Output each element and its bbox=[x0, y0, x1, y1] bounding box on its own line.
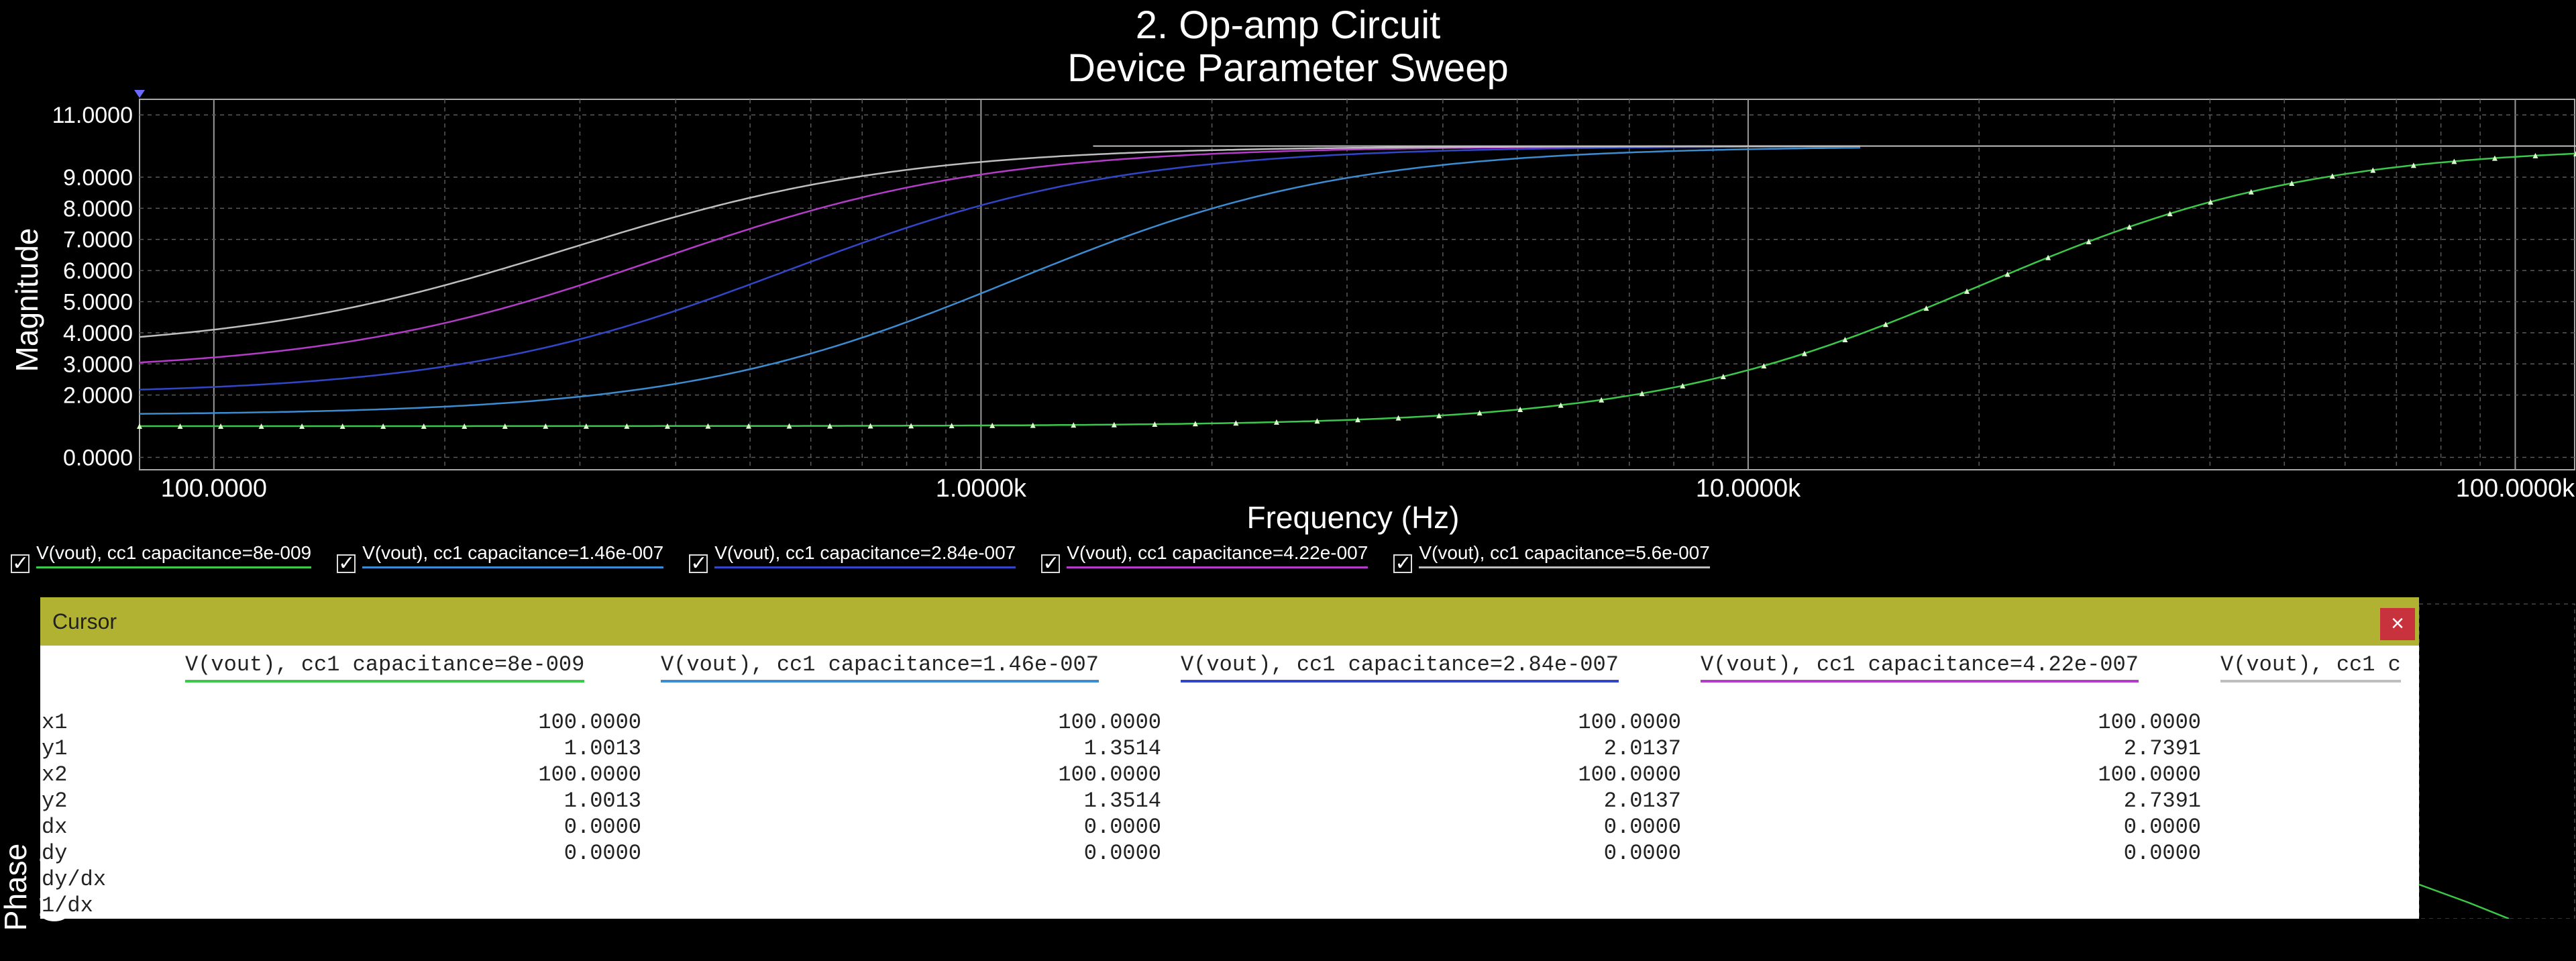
cursor-marker-icon bbox=[134, 90, 145, 98]
y-tick-label: 3.0000 bbox=[63, 352, 133, 377]
cursor-value: 2.0137 bbox=[1603, 789, 1681, 813]
cursor-value: 1.3514 bbox=[1083, 789, 1161, 813]
cursor-value: 0.0000 bbox=[1603, 815, 1681, 840]
column-header: V(vout), cc1 capacitance=2.84e-007 bbox=[1181, 652, 1619, 682]
legend-item-series-4[interactable]: ✓ V(vout), cc1 capacitance=4.22e-007 bbox=[1041, 542, 1368, 574]
close-button[interactable]: × bbox=[2380, 608, 2415, 640]
row-label-x2: x2 bbox=[42, 762, 68, 787]
y-axis-label-magnitude: Magnitude bbox=[9, 227, 44, 372]
plot-frame bbox=[139, 99, 2575, 470]
series-line bbox=[139, 145, 1860, 391]
cursor-value: 1.0013 bbox=[564, 789, 641, 813]
cursor-value: 2.7391 bbox=[2123, 789, 2201, 813]
cursor-value: 100.0000 bbox=[538, 710, 641, 735]
x-tick-label: 10.0000k bbox=[1696, 474, 1801, 503]
cursor-value: 100.0000 bbox=[1058, 710, 1161, 735]
column-header: V(vout), cc1 c bbox=[2220, 652, 2401, 682]
y-tick-label: 7.0000 bbox=[63, 227, 133, 253]
x-tick-label: 100.0000k bbox=[2456, 474, 2575, 503]
cursor-value: 100.0000 bbox=[538, 762, 641, 787]
legend-label: V(vout), cc1 capacitance=1.46e-007 bbox=[362, 542, 664, 568]
legend-checkbox[interactable]: ✓ bbox=[11, 554, 30, 574]
cursor-value: 2.7391 bbox=[2123, 736, 2201, 761]
cursor-value: 100.0000 bbox=[1058, 762, 1161, 787]
row-label-dx: dx bbox=[42, 815, 68, 840]
column-header: V(vout), cc1 capacitance=1.46e-007 bbox=[661, 652, 1099, 682]
phase-plot-frame bbox=[2418, 603, 2575, 919]
x-tick-label: 100.0000 bbox=[161, 474, 268, 503]
cursor-value: 2.0137 bbox=[1603, 736, 1681, 761]
row-label-y1: y1 bbox=[42, 736, 68, 761]
row-label-x1: x1 bbox=[42, 710, 68, 735]
column-header: V(vout), cc1 capacitance=4.22e-007 bbox=[1701, 652, 2139, 682]
y-tick-label: 8.0000 bbox=[63, 196, 133, 221]
cursor-value: 0.0000 bbox=[1603, 841, 1681, 866]
legend-checkbox[interactable]: ✓ bbox=[337, 554, 356, 574]
cursor-value: 1.3514 bbox=[1083, 736, 1161, 761]
legend-item-series-3[interactable]: ✓ V(vout), cc1 capacitance=2.84e-007 bbox=[689, 542, 1016, 574]
cursor-value: 0.0000 bbox=[2123, 841, 2201, 866]
y-tick-label: 5.0000 bbox=[63, 290, 133, 315]
row-label-dydx: dy/dx bbox=[42, 867, 107, 892]
legend-label: V(vout), cc1 capacitance=5.6e-007 bbox=[1419, 542, 1710, 568]
legend-label: V(vout), cc1 capacitance=2.84e-007 bbox=[714, 542, 1016, 568]
series-line bbox=[140, 146, 1861, 415]
column-header: V(vout), cc1 capacitance=8e-009 bbox=[185, 652, 585, 682]
legend-item-series-1[interactable]: ✓ V(vout), cc1 capacitance=8e-009 bbox=[11, 542, 312, 574]
row-label-y2: y2 bbox=[42, 789, 68, 813]
legend: ✓ V(vout), cc1 capacitance=8e-009 ✓ V(vo… bbox=[11, 542, 1710, 574]
cursor-value: 0.0000 bbox=[1083, 841, 1161, 866]
cursor-value: 0.0000 bbox=[564, 841, 641, 866]
row-label-dy: dy bbox=[42, 841, 68, 866]
cursor-value: 100.0000 bbox=[1578, 762, 1681, 787]
cursor-value: 1.0013 bbox=[564, 736, 641, 761]
legend-item-series-2[interactable]: ✓ V(vout), cc1 capacitance=1.46e-007 bbox=[337, 542, 664, 574]
legend-label: V(vout), cc1 capacitance=4.22e-007 bbox=[1067, 542, 1368, 568]
y-tick-label: 0.0000 bbox=[63, 445, 133, 470]
y-tick-label: 2.0000 bbox=[63, 383, 133, 409]
cursor-value: 100.0000 bbox=[2098, 762, 2201, 787]
legend-checkbox[interactable]: ✓ bbox=[689, 554, 708, 574]
row-label-1dx: 1/dx bbox=[42, 893, 93, 918]
phase-series-line bbox=[2418, 883, 2510, 919]
x-tick-label: 1.0000k bbox=[936, 474, 1027, 503]
legend-label: V(vout), cc1 capacitance=8e-009 bbox=[36, 542, 312, 568]
y-tick-label: 6.0000 bbox=[63, 258, 133, 284]
cursor-value: 0.0000 bbox=[564, 815, 641, 840]
series-line bbox=[139, 145, 1860, 364]
chart-subtitle: Device Parameter Sweep bbox=[1067, 46, 1509, 90]
cursor-value: 0.0000 bbox=[1083, 815, 1161, 840]
cursor-panel-title: Cursor bbox=[52, 609, 117, 634]
cursor-panel-header[interactable]: Cursor × bbox=[40, 597, 2419, 646]
y-tick-label: 9.0000 bbox=[63, 165, 133, 191]
chart-title: 2. Op-amp Circuit bbox=[1135, 3, 1441, 47]
series-line bbox=[139, 145, 1860, 338]
legend-item-series-5[interactable]: ✓ V(vout), cc1 capacitance=5.6e-007 bbox=[1393, 542, 1710, 574]
y-tick-label: 11.0000 bbox=[52, 103, 133, 128]
series-line bbox=[140, 152, 2576, 427]
cursor-value: 100.0000 bbox=[2098, 710, 2201, 735]
cursor-value: 0.0000 bbox=[2123, 815, 2201, 840]
legend-checkbox[interactable]: ✓ bbox=[1041, 554, 1061, 574]
legend-checkbox[interactable]: ✓ bbox=[1393, 554, 1413, 574]
x-axis-label: Frequency (Hz) bbox=[1246, 500, 1460, 535]
y-tick-label: 4.0000 bbox=[63, 321, 133, 346]
cursor-value: 100.0000 bbox=[1578, 710, 1681, 735]
cursor-panel[interactable]: Cursor × V(vout), cc1 capacitance=8e-009… bbox=[40, 597, 2419, 919]
